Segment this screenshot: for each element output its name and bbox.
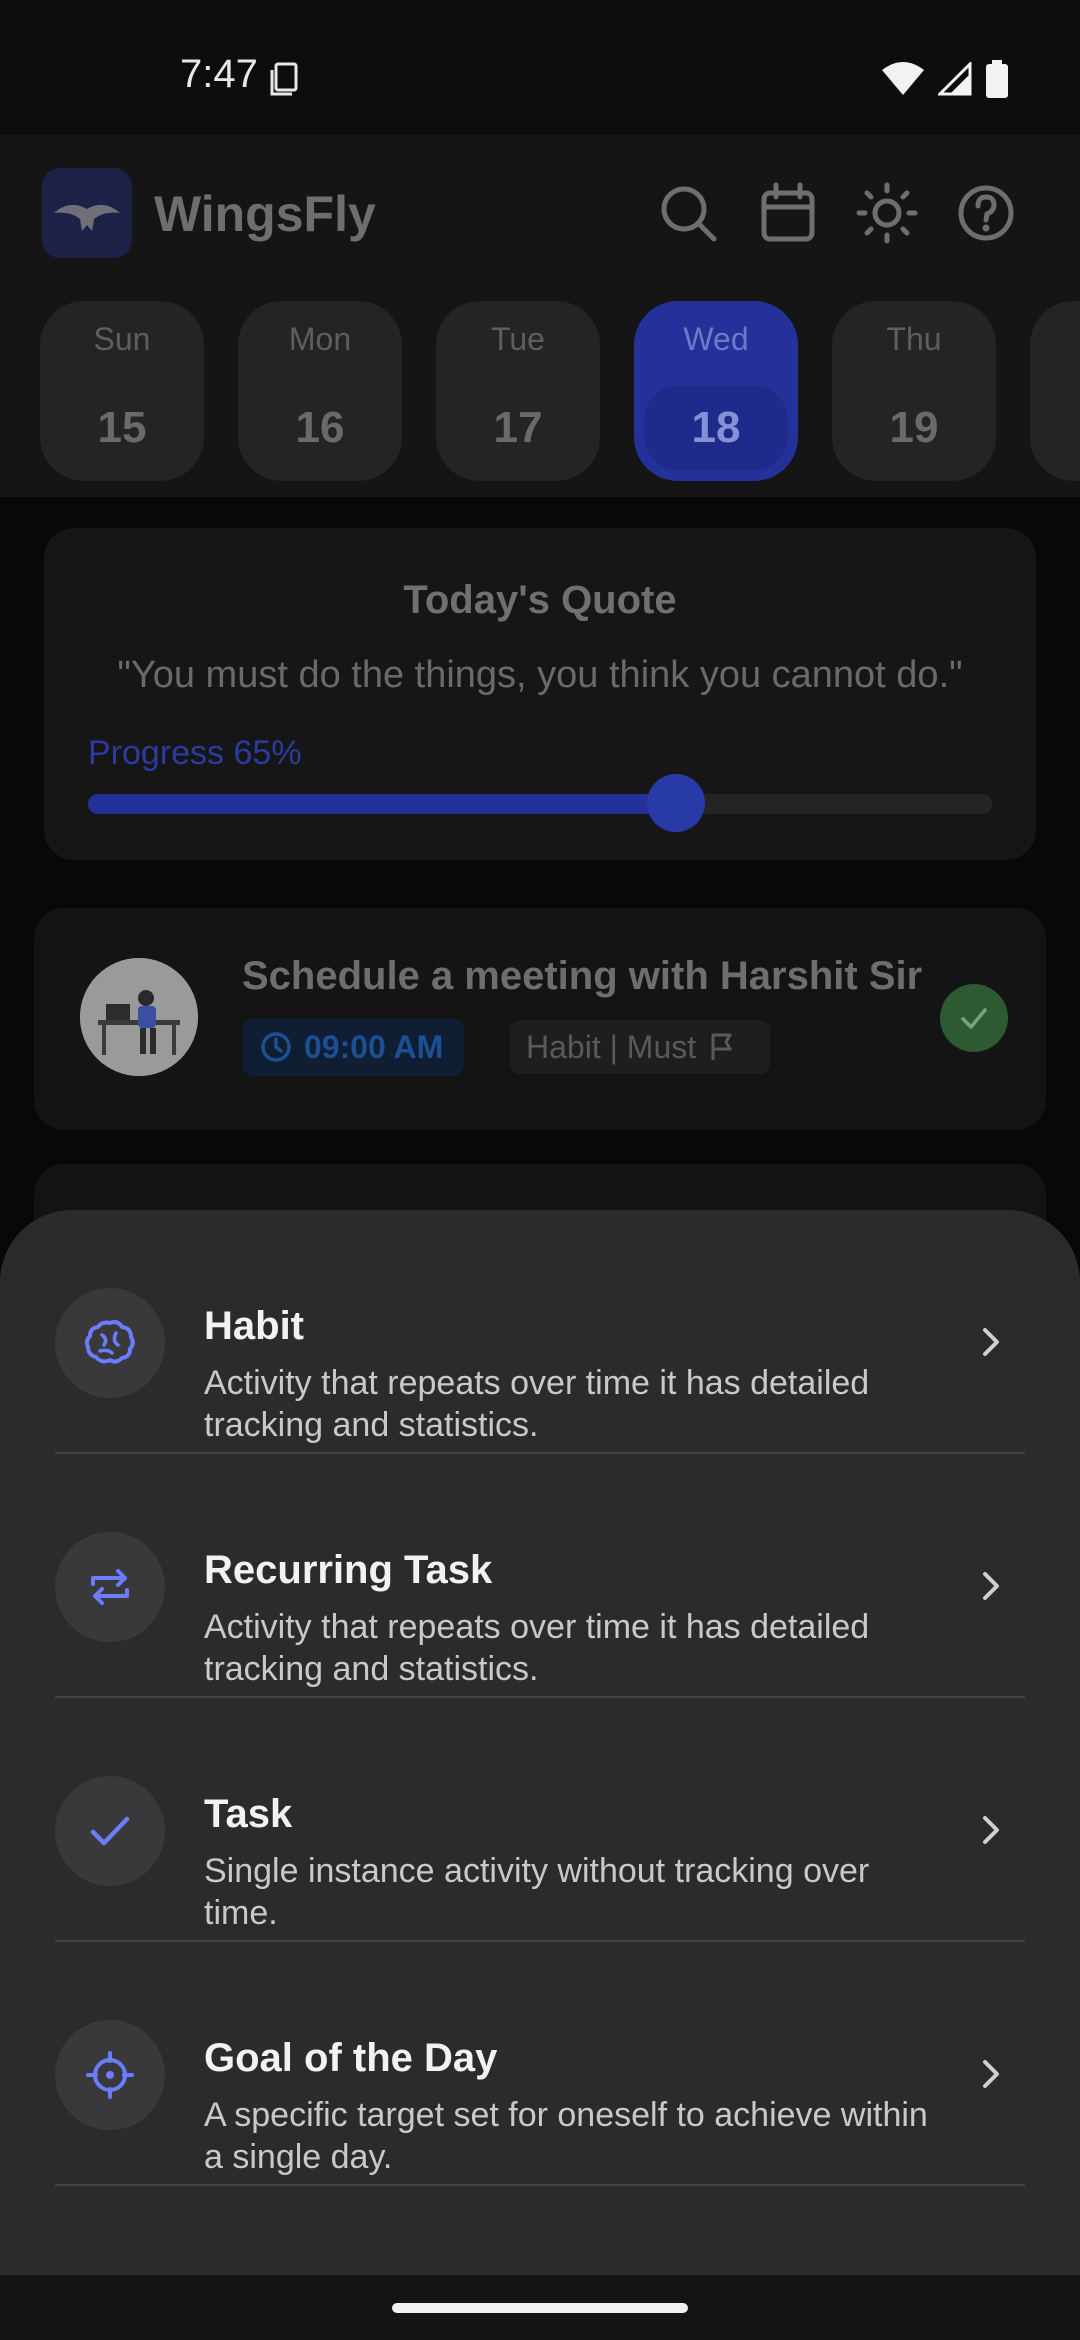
task-card[interactable]: Schedule a meeting with Harshit Sir 09:0… (34, 908, 1046, 1130)
calendar-icon[interactable] (756, 181, 820, 245)
day-number: 15 (97, 403, 147, 452)
battery-icon (986, 60, 1008, 98)
task-time: 09:00 AM (304, 1028, 444, 1065)
option-title: Goal of the Day (204, 2036, 498, 2080)
quote-title: Today's Quote (403, 578, 677, 622)
day-name: Thu (886, 321, 942, 357)
option-title: Recurring Task (204, 1548, 493, 1592)
app-logo (42, 168, 132, 258)
home-indicator[interactable] (392, 2303, 688, 2313)
task-complete-toggle[interactable] (940, 984, 1008, 1052)
time-chip: 09:00 AM (242, 1018, 464, 1076)
day-sun[interactable]: Sun 15 (40, 301, 204, 481)
option-icon-wrap (55, 2020, 165, 2130)
clock-icon (261, 1032, 291, 1062)
screenshot-icon (270, 62, 298, 96)
day-selector: Sun 15 Mon 16 Tue 17 Wed 18 Thu 19 (0, 297, 1080, 497)
day-number: 16 (295, 403, 345, 452)
progress-thumb[interactable] (646, 774, 705, 832)
flag-icon (711, 1033, 732, 1060)
task-tag: Habit | Must (526, 1028, 697, 1065)
option-title: Habit (204, 1304, 304, 1348)
screen: 7:47 WingsFly Sun 15 Mon 16 Tue 17 Wed 1… (0, 0, 1080, 2340)
app-header: WingsFly (0, 135, 1080, 297)
day-name: Mon (288, 321, 352, 357)
day-number: 17 (493, 403, 543, 452)
status-icons (882, 60, 1008, 98)
option-icon-wrap (55, 1288, 165, 1398)
brightness-icon[interactable] (855, 181, 919, 245)
day-name: Sun (93, 321, 151, 357)
wifi-icon (882, 62, 924, 95)
status-time: 7:47 (180, 52, 258, 96)
option-recurring-task[interactable]: Recurring Task Activity that repeats ove… (55, 1454, 1025, 1698)
checkmark-icon (961, 1008, 987, 1029)
chevron-right-icon (983, 1328, 999, 1356)
search-icon[interactable] (656, 181, 720, 245)
repeat-icon (91, 1569, 129, 1605)
day-number: 18 (691, 403, 741, 452)
option-habit[interactable]: Habit Activity that repeats over time it… (55, 1210, 1025, 1454)
task-avatar (80, 958, 198, 1076)
option-goal-of-the-day[interactable]: Goal of the Day A specific target set fo… (55, 1942, 1025, 2186)
help-icon[interactable] (954, 181, 1018, 245)
tag-chip: Habit | Must (510, 1020, 770, 1074)
brain-icon (84, 1320, 135, 1364)
day-tue[interactable]: Tue 17 (436, 301, 600, 481)
status-bar: 7:47 (0, 0, 1080, 135)
day-thu[interactable]: Thu 19 (832, 301, 996, 481)
day-name: Wed (683, 321, 749, 357)
bird-logo-icon (54, 204, 120, 231)
day-name: Tue (491, 321, 545, 357)
quote-card: Today's Quote "You must do the things, y… (44, 528, 1036, 860)
day-next-partial[interactable] (1030, 301, 1080, 481)
progress-label: Progress 65% (88, 734, 302, 772)
option-title: Task (204, 1792, 293, 1836)
progress-track[interactable] (88, 774, 992, 832)
option-icon-wrap (55, 1532, 165, 1642)
target-icon (86, 2051, 134, 2099)
option-description: Activity that repeats over time it has d… (204, 1364, 870, 1444)
option-description: Activity that repeats over time it has d… (204, 1608, 870, 1688)
day-number: 19 (889, 403, 939, 452)
option-description: Single instance activity without trackin… (204, 1852, 870, 1932)
day-wed-selected[interactable]: Wed 18 (634, 301, 798, 481)
progress-fill (88, 794, 676, 814)
signal-icon (938, 62, 972, 96)
option-icon-wrap (55, 1776, 165, 1886)
add-activity-sheet: Habit Activity that repeats over time it… (0, 1210, 1080, 2275)
day-mon[interactable]: Mon 16 (238, 301, 402, 481)
check-icon (90, 1816, 130, 1846)
chevron-right-icon (983, 1572, 999, 1600)
chevron-right-icon (983, 2060, 999, 2088)
app-title: WingsFly (154, 186, 376, 242)
chevron-right-icon (983, 1816, 999, 1844)
task-title: Schedule a meeting with Harshit Sir (242, 954, 923, 998)
quote-text: "You must do the things, you think you c… (117, 654, 963, 696)
option-task[interactable]: Task Single instance activity without tr… (55, 1698, 1025, 1942)
navigation-bar (0, 2275, 1080, 2340)
option-description: A specific target set for oneself to ach… (204, 2096, 928, 2176)
person-at-desk-illustration (80, 958, 198, 1076)
